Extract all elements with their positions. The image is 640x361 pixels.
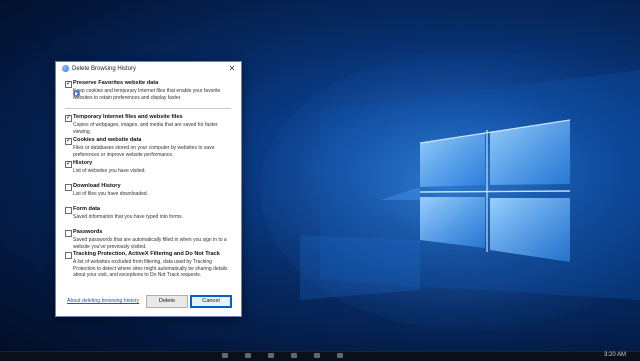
option-description: List of websites you have visited.	[73, 168, 146, 174]
option-label: Download History	[73, 183, 121, 189]
option-label: Temporary Internet files and website fil…	[73, 114, 183, 120]
desktop-background: 3:20 AM Delete Browsing History ✕ ✓ Pres…	[0, 0, 640, 361]
taskbar-app-icon[interactable]	[337, 353, 343, 358]
option-description: List of files you have downloaded.	[73, 191, 149, 197]
cancel-button[interactable]: Cancel	[190, 295, 232, 308]
history-checkbox[interactable]: ✓	[65, 161, 72, 168]
passwords-checkbox[interactable]	[65, 230, 72, 237]
dialog-title: Delete Browsing History	[72, 66, 137, 72]
option-description: Keep cookies and temporary Internet file…	[73, 88, 221, 101]
option-description: Saved information that you have typed in…	[73, 214, 184, 220]
option-description: Files or databases stored on your comput…	[73, 145, 215, 158]
taskbar-app-icon[interactable]	[245, 353, 251, 358]
taskbar-app-icon[interactable]	[291, 353, 297, 358]
delete-browsing-history-dialog: Delete Browsing History ✕ ✓ Preserve Fav…	[55, 61, 242, 317]
preserve-favorites-checkbox[interactable]: ✓	[65, 81, 72, 88]
form-data-checkbox[interactable]	[65, 207, 72, 214]
taskbar-app-icon[interactable]	[268, 353, 274, 358]
taskbar-clock[interactable]: 3:20 AM	[604, 351, 626, 359]
option-label: Cookies and website data	[73, 137, 142, 143]
delete-button[interactable]: Delete	[146, 295, 188, 308]
temporary-files-checkbox[interactable]: ✓	[65, 115, 72, 122]
taskbar-app-icon[interactable]	[222, 353, 228, 358]
option-description: Saved passwords that are automatically f…	[73, 237, 227, 250]
cookies-checkbox[interactable]: ✓	[65, 138, 72, 145]
option-label: Passwords	[73, 229, 103, 235]
taskbar-app-icon[interactable]	[314, 353, 320, 358]
option-label: Tracking Protection, ActiveX Filtering a…	[73, 251, 220, 257]
option-label: Preserve Favorites website data	[73, 80, 159, 86]
option-description: Copies of webpages, images, and media th…	[73, 122, 218, 135]
about-deleting-history-link[interactable]: About deleting browsing history	[67, 298, 139, 304]
download-history-checkbox[interactable]	[65, 184, 72, 191]
option-label: History	[73, 160, 93, 166]
internet-explorer-icon	[62, 65, 69, 72]
dialog-titlebar: Delete Browsing History ✕	[56, 62, 241, 76]
option-label: Form data	[73, 206, 101, 212]
tracking-protection-checkbox[interactable]	[65, 252, 72, 259]
option-description: A list of websites excluded from filteri…	[73, 259, 228, 279]
mouse-pointer-icon	[72, 89, 81, 98]
divider	[65, 108, 231, 109]
close-button[interactable]: ✕	[226, 63, 238, 74]
